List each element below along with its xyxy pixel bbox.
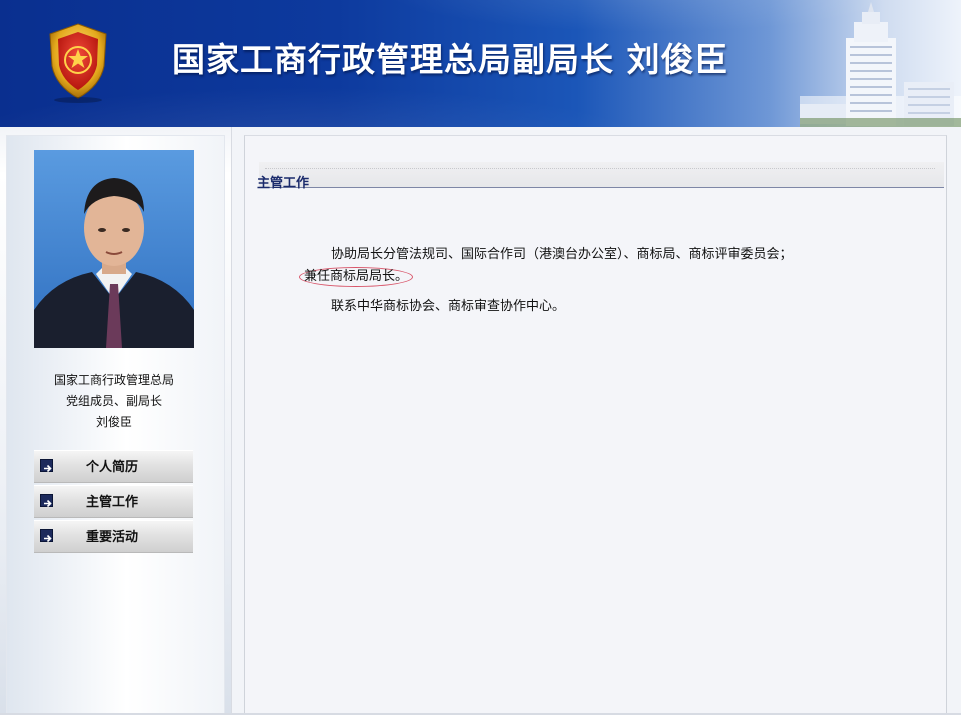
section-header-bar — [259, 162, 944, 188]
person-portrait-icon — [34, 150, 194, 348]
bio-text: 国家工商行政管理总局 党组成员、副局长 刘俊臣 — [20, 370, 208, 433]
nav-item-duties[interactable]: 主管工作 — [34, 485, 193, 518]
national-emblem-icon — [49, 23, 107, 103]
page-title: 国家工商行政管理总局副局长 刘俊臣 — [172, 40, 729, 79]
duties-paragraph-1: 协助局长分管法规司、国际合作司（港澳台办公室）、商标局、商标评审委员会； — [331, 247, 793, 262]
building-illustration-icon — [800, 2, 961, 127]
bio-name: 刘俊臣 — [95, 415, 132, 429]
nav-item-label: 重要活动 — [86, 530, 139, 545]
duties-content: 协助局长分管法规司、国际合作司（港澳台办公室）、商标局、商标评审委员会； 兼任商… — [297, 244, 917, 318]
duties-paragraph-1-continuation: 兼任商标局局长。 — [297, 266, 917, 288]
content-frame: 主管工作 协助局长分管法规司、国际合作司（港澳台办公室）、商标局、商标评审委员会… — [244, 135, 947, 715]
main-panel: 主管工作 协助局长分管法规司、国际合作司（港澳台办公室）、商标局、商标评审委员会… — [232, 127, 961, 715]
nav-item-label: 主管工作 — [86, 495, 139, 510]
duties-paragraph-2: 联系中华商标协会、商标审查协作中心。 — [331, 299, 566, 314]
bio-position: 党组成员、副局长 — [65, 394, 162, 408]
section-title: 主管工作 — [257, 176, 310, 191]
header-banner: 国家工商行政管理总局副局长 刘俊臣 — [0, 0, 961, 127]
nav-item-activities[interactable]: 重要活动 — [34, 520, 193, 553]
arrow-right-icon — [40, 459, 53, 473]
arrow-right-icon — [40, 529, 53, 543]
nav-item-label: 个人简历 — [86, 460, 139, 475]
arrow-right-icon — [40, 494, 53, 508]
dotted-divider — [265, 168, 935, 169]
nav-item-resume[interactable]: 个人简历 — [34, 450, 193, 483]
highlighted-text: 兼任商标局局长。 — [299, 267, 414, 287]
portrait-photo — [34, 150, 194, 348]
bio-organization: 国家工商行政管理总局 — [53, 373, 174, 387]
